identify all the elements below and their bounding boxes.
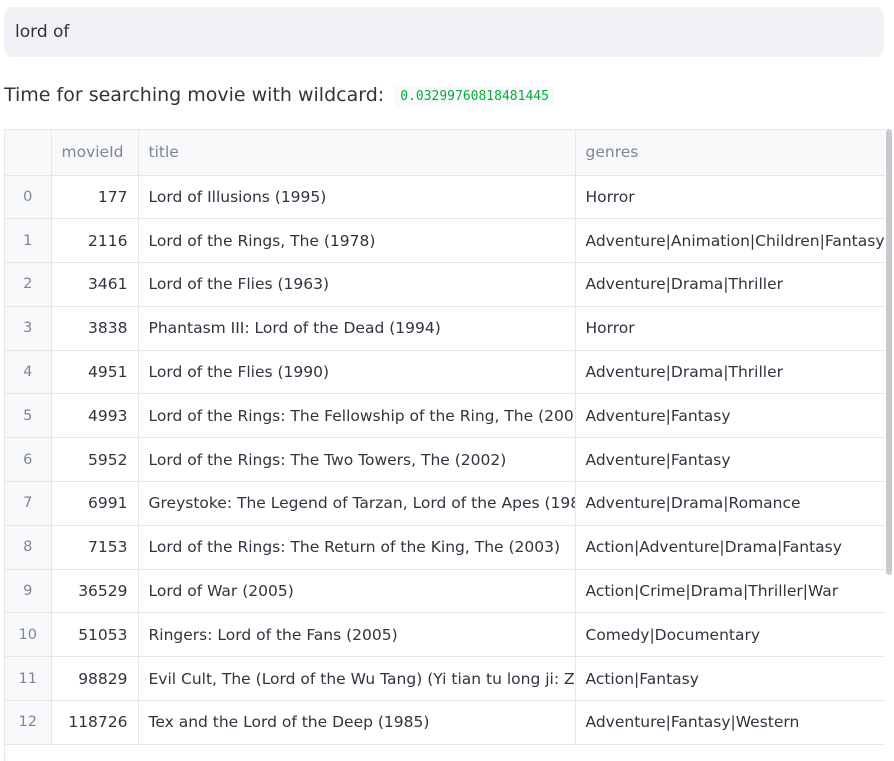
timing-value: 0.03299760818481445 — [394, 86, 555, 107]
genres-cell[interactable]: Horror — [575, 306, 885, 351]
movieid-cell[interactable]: 6991 — [51, 481, 139, 526]
movieid-cell[interactable]: 98829 — [51, 656, 139, 702]
genres-cell[interactable]: Adventure|Drama|Romance — [575, 481, 885, 526]
genres-cell[interactable]: Action|Fantasy — [575, 656, 885, 702]
column-header-genres[interactable]: genres — [575, 130, 885, 176]
table-row[interactable]: 11 98829 Evil Cult, The (Lord of the Wu Ta… — [5, 656, 885, 702]
row-index-cell[interactable]: 11 — [5, 656, 52, 702]
row-index-cell[interactable]: 3 — [5, 306, 52, 351]
title-cell[interactable]: Lord of the Rings, The (1978) — [138, 218, 576, 264]
movieid-cell[interactable]: 4993 — [51, 393, 139, 439]
movieid-cell[interactable]: 118726 — [51, 700, 139, 745]
title-cell[interactable]: Lord of the Flies (1990) — [138, 350, 576, 395]
row-index-cell[interactable]: 7 — [5, 481, 52, 526]
genres-cell[interactable]: Action|Adventure|Drama|Fantasy — [575, 525, 885, 570]
table-row[interactable]: 3 3838 Phantasm III: Lord of the Dead (199… — [5, 306, 885, 351]
results-table[interactable]: movieId title genres 0 177 Lord of Illusio… — [4, 129, 885, 761]
movieid-cell[interactable]: 3838 — [51, 306, 139, 351]
timing-line: Time for searching movie with wildcard: … — [4, 80, 555, 110]
movieid-cell[interactable]: 36529 — [51, 569, 139, 614]
table-row[interactable]: 0 177 Lord of Illusions (1995) Horror — [5, 175, 885, 220]
title-cell[interactable]: Phantasm III: Lord of the Dead (1994) — [138, 306, 576, 351]
row-index-cell[interactable]: 9 — [5, 569, 52, 614]
title-cell[interactable]: Lord of the Flies (1963) — [138, 262, 576, 307]
title-cell[interactable]: Lord of War (2005) — [138, 569, 576, 614]
movieid-cell[interactable]: 3461 — [51, 262, 139, 307]
row-index-cell[interactable]: 10 — [5, 612, 52, 658]
row-index-cell[interactable]: 1 — [5, 218, 52, 264]
column-header-movieid[interactable]: movieId — [51, 130, 139, 176]
movieid-cell[interactable]: 7153 — [51, 525, 139, 570]
search-input[interactable]: lord of — [4, 7, 884, 57]
table-row[interactable]: 2 3461 Lord of the Flies (1963) Adventure|D… — [5, 262, 885, 307]
genres-cell[interactable]: Adventure|Drama|Thriller — [575, 262, 885, 307]
row-index-cell[interactable]: 6 — [5, 437, 52, 483]
table-row[interactable]: 8 7153 Lord of the Rings: The Return of th… — [5, 525, 885, 570]
table-scrollbar[interactable] — [886, 129, 892, 575]
genres-cell[interactable]: Horror — [575, 175, 885, 220]
row-index-cell[interactable]: 8 — [5, 525, 52, 570]
table-row[interactable]: 4 4951 Lord of the Flies (1990) Adventure|D… — [5, 350, 885, 395]
row-index-cell[interactable]: 5 — [5, 393, 52, 439]
table-row[interactable]: 7 6991 Greystoke: The Legend of Tarzan, Lo… — [5, 481, 885, 526]
title-cell[interactable]: Ringers: Lord of the Fans (2005) — [138, 612, 576, 658]
genres-cell[interactable]: Adventure|Fantasy — [575, 437, 885, 483]
movieid-cell[interactable]: 5952 — [51, 437, 139, 483]
genres-cell[interactable]: Adventure|Fantasy|Western — [575, 700, 885, 745]
title-cell[interactable]: Greystoke: The Legend of Tarzan, Lord of… — [138, 481, 576, 526]
row-index-cell[interactable]: 12 — [5, 700, 52, 745]
movieid-cell[interactable]: 177 — [51, 175, 139, 220]
column-header-title[interactable]: title — [138, 130, 576, 176]
movieid-cell[interactable]: 4951 — [51, 350, 139, 395]
table-row[interactable]: 10 51053 Ringers: Lord of the Fans (2005) C… — [5, 612, 885, 658]
title-cell[interactable]: Evil Cult, The (Lord of the Wu Tang) (Yi… — [138, 656, 576, 702]
genres-cell[interactable]: Action|Crime|Drama|Thriller|War — [575, 569, 885, 614]
title-cell[interactable]: Lord of the Rings: The Two Towers, The (… — [138, 437, 576, 483]
table-row[interactable]: 1 2116 Lord of the Rings, The (1978) Advent… — [5, 218, 885, 264]
table-row[interactable]: 5 4993 Lord of the Rings: The Fellowship o… — [5, 393, 885, 439]
table-header-row: movieId title genres — [5, 130, 885, 176]
title-cell[interactable]: Lord of the Rings: The Return of the Kin… — [138, 525, 576, 570]
genres-cell[interactable]: Adventure|Fantasy — [575, 393, 885, 439]
table-row[interactable]: 6 5952 Lord of the Rings: The Two Towers, … — [5, 437, 885, 483]
row-index-cell[interactable]: 4 — [5, 350, 52, 395]
movieid-cell[interactable]: 2116 — [51, 218, 139, 264]
title-cell[interactable]: Lord of the Rings: The Fellowship of the… — [138, 393, 576, 439]
genres-cell[interactable]: Comedy|Documentary — [575, 612, 885, 658]
title-cell[interactable]: Lord of Illusions (1995) — [138, 175, 576, 220]
movieid-cell[interactable]: 51053 — [51, 612, 139, 658]
genres-cell[interactable]: Adventure|Drama|Thriller — [575, 350, 885, 395]
column-header-index[interactable] — [5, 130, 52, 176]
row-index-cell[interactable]: 2 — [5, 262, 52, 307]
table-row[interactable]: 9 36529 Lord of War (2005) Action|Crime|Dra… — [5, 569, 885, 614]
timing-label: Time for searching movie with wildcard: — [4, 84, 385, 106]
genres-cell[interactable]: Adventure|Animation|Children|Fantasy — [575, 218, 885, 264]
table-row[interactable]: 12 118726 Tex and the Lord of the Deep (19… — [5, 700, 885, 745]
title-cell[interactable]: Tex and the Lord of the Deep (1985) — [138, 700, 576, 745]
row-index-cell[interactable]: 0 — [5, 175, 52, 220]
